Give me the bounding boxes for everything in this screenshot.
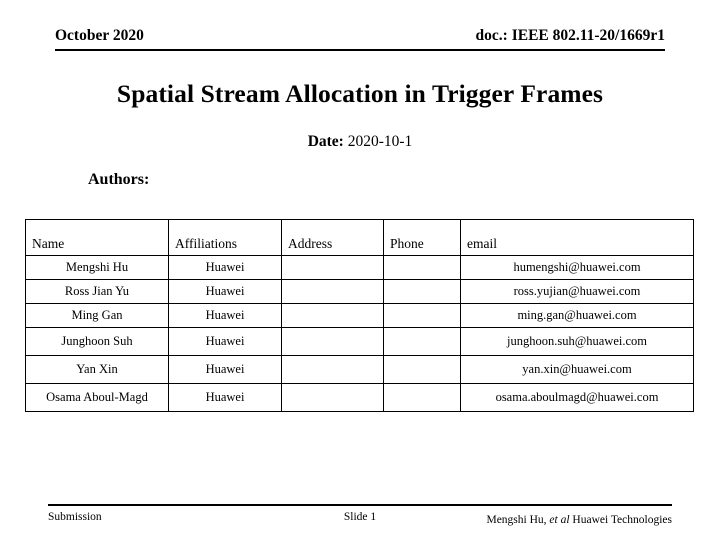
column-header-email: email (460, 219, 694, 256)
cell-email: ross.yujian@huawei.com (460, 279, 694, 304)
slide-date-line: Date: 2020-10-1 (0, 131, 720, 153)
header-document-id: doc.: IEEE 802.11-20/1669r1 (475, 27, 665, 44)
footer-attribution-prefix: Mengshi Hu, (486, 514, 547, 526)
header-date: October 2020 (55, 27, 144, 44)
cell-email: humengshi@huawei.com (460, 255, 694, 280)
column-header-address: Address (281, 219, 384, 256)
cell-address (281, 255, 384, 280)
cell-address (281, 303, 384, 328)
cell-phone (383, 255, 461, 280)
table-row: Mengshi Hu Huawei humengshi@huawei.com (25, 255, 694, 280)
cell-phone (383, 327, 461, 356)
footer-attribution-etal: et al (549, 514, 570, 526)
cell-name: Junghoon Suh (25, 327, 169, 356)
cell-phone (383, 303, 461, 328)
table-row: Junghoon Suh Huawei junghoon.suh@huawei.… (25, 327, 694, 356)
table-row: Ross Jian Yu Huawei ross.yujian@huawei.c… (25, 279, 694, 304)
column-header-name: Name (25, 219, 169, 256)
cell-affiliation: Huawei (168, 355, 282, 384)
cell-address (281, 327, 384, 356)
footer-divider (48, 504, 672, 506)
cell-affiliation: Huawei (168, 383, 282, 412)
cell-address (281, 355, 384, 384)
cell-email: yan.xin@huawei.com (460, 355, 694, 384)
date-label: Date: (307, 133, 344, 150)
table-row: Ming Gan Huawei ming.gan@huawei.com (25, 303, 694, 328)
table-row: Yan Xin Huawei yan.xin@huawei.com (25, 355, 694, 384)
cell-phone (383, 279, 461, 304)
authors-heading: Authors: (88, 171, 150, 188)
cell-address (281, 279, 384, 304)
cell-name: Ming Gan (25, 303, 169, 328)
cell-phone (383, 355, 461, 384)
table-row: Osama Aboul-Magd Huawei osama.aboulmagd@… (25, 383, 694, 412)
column-header-phone: Phone (383, 219, 461, 256)
cell-affiliation: Huawei (168, 279, 282, 304)
footer-attribution-suffix: Huawei Technologies (572, 514, 672, 526)
cell-name: Ross Jian Yu (25, 279, 169, 304)
page-title: Spatial Stream Allocation in Trigger Fra… (116, 79, 604, 108)
cell-affiliation: Huawei (168, 255, 282, 280)
cell-name: Mengshi Hu (25, 255, 169, 280)
table-header-row: Name Affiliations Address Phone email (25, 219, 694, 256)
cell-name: Yan Xin (25, 355, 169, 384)
header-divider (55, 49, 665, 51)
cell-phone (383, 383, 461, 412)
cell-affiliation: Huawei (168, 303, 282, 328)
column-header-affiliations: Affiliations (168, 219, 282, 256)
date-value: 2020-10-1 (347, 133, 413, 150)
footer-attribution: Mengshi Hu, et al Huawei Technologies (486, 512, 672, 528)
cell-name: Osama Aboul-Magd (25, 383, 169, 412)
slide-footer: Submission Slide 1 Mengshi Hu, et al Hua… (48, 509, 672, 529)
cell-email: ming.gan@huawei.com (460, 303, 694, 328)
cell-email: osama.aboulmagd@huawei.com (460, 383, 694, 412)
cell-affiliation: Huawei (168, 327, 282, 356)
cell-email: junghoon.suh@huawei.com (460, 327, 694, 356)
authors-table: Name Affiliations Address Phone email Me… (25, 219, 694, 412)
cell-address (281, 383, 384, 412)
